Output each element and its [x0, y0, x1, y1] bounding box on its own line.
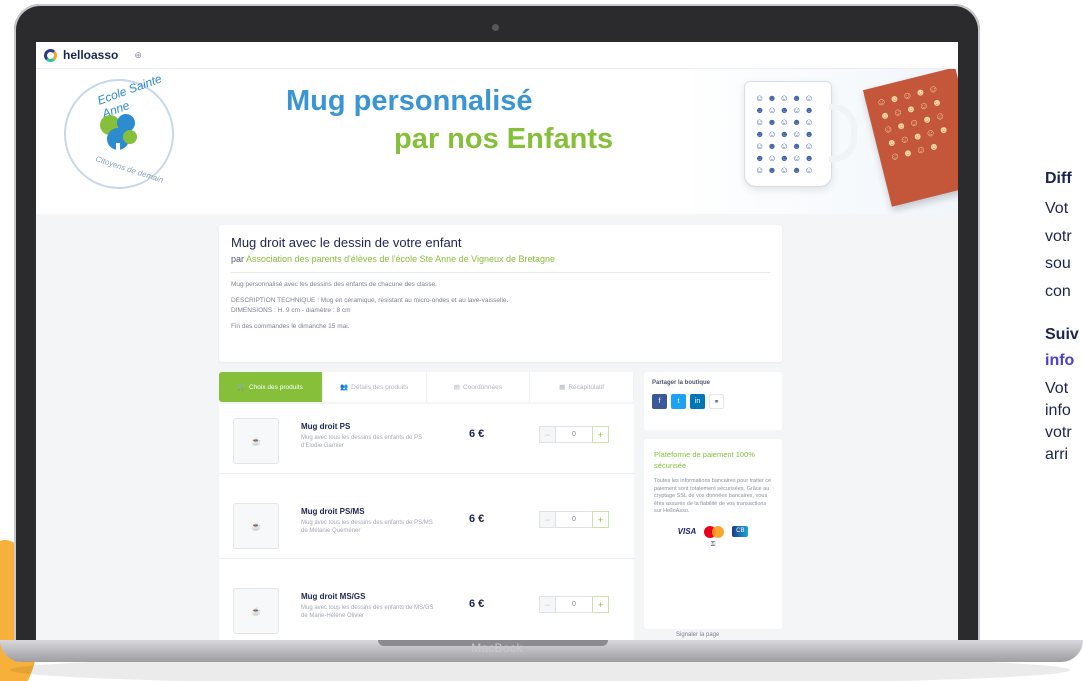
payment-panel: Plateforme de paiement 100% sécurisée To… — [644, 439, 782, 629]
shop-desc-1: Mug personnalisé avec les dessins des en… — [231, 281, 437, 288]
share-panel: Partager la boutique f t in ⚭ — [644, 372, 782, 430]
product-price: 6 € — [469, 598, 485, 610]
product-list: ☕ Mug droit PS Mug avec tous les dessins… — [219, 404, 634, 642]
camera — [492, 24, 499, 31]
quantity-stepper: − 0 + — [539, 426, 609, 443]
shop-desc-2: DESCRIPTION TECHNIQUE : Mug en céramique… — [231, 297, 509, 304]
helloasso-logo-icon[interactable] — [44, 48, 57, 62]
step-details[interactable]: 👥 Détails des produits — [323, 372, 427, 402]
increment-button[interactable]: + — [592, 511, 609, 528]
globe-icon[interactable]: ⊕ — [134, 50, 142, 61]
school-logo: Ecole Sainte Anne Citoyens de demain — [64, 71, 174, 189]
banner: Ecole Sainte Anne Citoyens de demain Mug… — [36, 69, 958, 214]
report-link[interactable]: Signaler la page — [676, 632, 719, 638]
step-label: Choix des produits — [249, 383, 303, 391]
quantity-field[interactable]: 0 — [556, 596, 592, 613]
divider — [231, 272, 770, 273]
side-text-7: info — [1045, 352, 1075, 369]
shop-desc-3: DIMENSIONS : H. 9 cm - diamètre : 8 cm — [231, 307, 351, 314]
product-price: 6 € — [469, 513, 485, 525]
box-doodles: ☺☻☺☻☺☻☺☻☺☻☺☻☺☻☺☻☺☻☺☻☺☻☺☻ — [875, 82, 954, 164]
site-logo[interactable]: helloasso — [63, 48, 118, 62]
product-thumbnail: ☕ — [233, 588, 279, 634]
product-name: Mug droit PS/MS — [301, 507, 365, 516]
side-text-1: Diff — [1045, 170, 1072, 187]
product-desc: Mug avec tous les dessins des enfants de… — [301, 435, 423, 449]
product-row: ☕ Mug droit PS Mug avec tous les dessins… — [219, 404, 634, 474]
cb-logo: CB — [732, 526, 749, 537]
step-label: Coordonnées — [462, 383, 502, 391]
step-label: Récapitulatif — [568, 383, 605, 391]
quantity-field[interactable]: 0 — [556, 511, 592, 528]
checkout-steps: 🛒 Choix des produits 👥 Détails des produit… — [219, 372, 634, 402]
secure-logo: ⚿ — [710, 541, 716, 548]
step-label: Détails des produits — [351, 383, 409, 391]
shop-title: Mug droit avec le dessin de votre enfant — [231, 235, 462, 250]
product-desc: Mug avec tous les dessins des enfants de… — [301, 520, 433, 534]
screen: helloasso ⊕ Ecole Sainte Anne Citoyens d… — [36, 42, 958, 642]
product-thumbnail: ☕ — [233, 418, 279, 464]
top-bar: helloasso ⊕ — [36, 42, 958, 69]
receipt-icon: ▦ — [559, 384, 566, 391]
stage: helloasso ⊕ Ecole Sainte Anne Citoyens d… — [0, 0, 1083, 681]
step-contact[interactable]: ▤ Coordonnées — [427, 372, 531, 402]
product-row: ☕ Mug droit MS/GS Mug avec tous les dess… — [219, 574, 634, 642]
product-name: Mug droit MS/GS — [301, 592, 366, 601]
shop-desc-4: Fin des commandes le dimanche 15 mai. — [231, 323, 350, 330]
share-icons: f t in ⚭ — [652, 394, 774, 409]
increment-button[interactable]: + — [592, 426, 609, 443]
side-text-6: Suiv — [1045, 326, 1079, 343]
side-text-5: con — [1045, 283, 1071, 300]
product-price: 6 € — [469, 428, 485, 440]
mastercard-logo — [704, 525, 725, 538]
side-text-4: sou — [1045, 255, 1071, 272]
cart-icon: 🛒 — [237, 384, 246, 391]
visa-logo: VISA — [677, 527, 697, 536]
quantity-field[interactable]: 0 — [556, 426, 592, 443]
banner-title-line2: par nos Enfants — [394, 123, 614, 155]
side-text-10: votr — [1045, 424, 1072, 441]
step-products[interactable]: 🛒 Choix des produits — [219, 372, 323, 402]
decrement-button[interactable]: − — [539, 426, 556, 443]
side-text-3: votr — [1045, 228, 1072, 245]
step-summary[interactable]: ▦ Récapitulatif — [530, 372, 634, 402]
mug-doodles: ☺☻☺☻☺☻☺☻☺☻☺☻☺☻☺☻☺☻☺☻☺☻☺☻☺☻☺☻☺☻☺☻☺☻☺☻☺☻☺☻ — [755, 93, 817, 175]
link-icon[interactable]: ⚭ — [709, 394, 724, 409]
id-card-icon: ▤ — [453, 384, 460, 391]
mug-image: ☺☻☺☻☺☻☺☻☺☻☺☻☺☻☺☻☺☻☺☻☺☻☺☻☺☻☺☻☺☻☺☻☺☻☺☻☺☻☺☻ — [744, 81, 857, 187]
banner-title-line1: Mug personnalisé — [286, 85, 533, 117]
decrement-button[interactable]: − — [539, 596, 556, 613]
organizer-prefix: par — [231, 254, 245, 264]
card-logos: VISA CB — [654, 525, 772, 538]
side-text-11: arri — [1045, 446, 1069, 463]
decrement-button[interactable]: − — [539, 511, 556, 528]
twitter-icon[interactable]: t — [671, 394, 686, 409]
payment-title: Plateforme de paiement 100% sécurisée — [654, 450, 755, 470]
device-brand: MacBook — [471, 641, 523, 655]
shop-description-card: Mug droit avec le dessin de votre enfant… — [219, 225, 782, 362]
product-thumbnail: ☕ — [233, 503, 279, 549]
side-text-2: Vot — [1045, 200, 1069, 217]
payment-description: Toutes les informations bancaires pour t… — [654, 478, 772, 514]
tree-icon — [100, 114, 137, 157]
product-row: ☕ Mug droit PS/MS Mug avec tous les dess… — [219, 489, 634, 559]
quantity-stepper: − 0 + — [539, 596, 609, 613]
facebook-icon[interactable]: f — [652, 394, 667, 409]
side-text-9: info — [1045, 402, 1071, 419]
side-text-8: Vot — [1045, 380, 1069, 397]
laptop: helloasso ⊕ Ecole Sainte Anne Citoyens d… — [14, 4, 980, 662]
organizer-link[interactable]: Association des parents d'élèves de l'éc… — [246, 254, 555, 264]
gift-box-image: ☺☻☺☻☺☻☺☻☺☻☺☻☺☻☺☻☺☻☺☻☺☻☺☻ — [862, 69, 958, 207]
shop-organizer: par Association des parents d'élèves de … — [231, 254, 770, 264]
increment-button[interactable]: + — [592, 596, 609, 613]
product-name: Mug droit PS — [301, 422, 351, 431]
linkedin-icon[interactable]: in — [690, 394, 705, 409]
people-icon: 👥 — [340, 384, 349, 391]
product-desc: Mug avec tous les dessins des enfants de… — [301, 605, 434, 619]
share-title: Partager la boutique — [652, 380, 711, 386]
quantity-stepper: − 0 + — [539, 511, 609, 528]
